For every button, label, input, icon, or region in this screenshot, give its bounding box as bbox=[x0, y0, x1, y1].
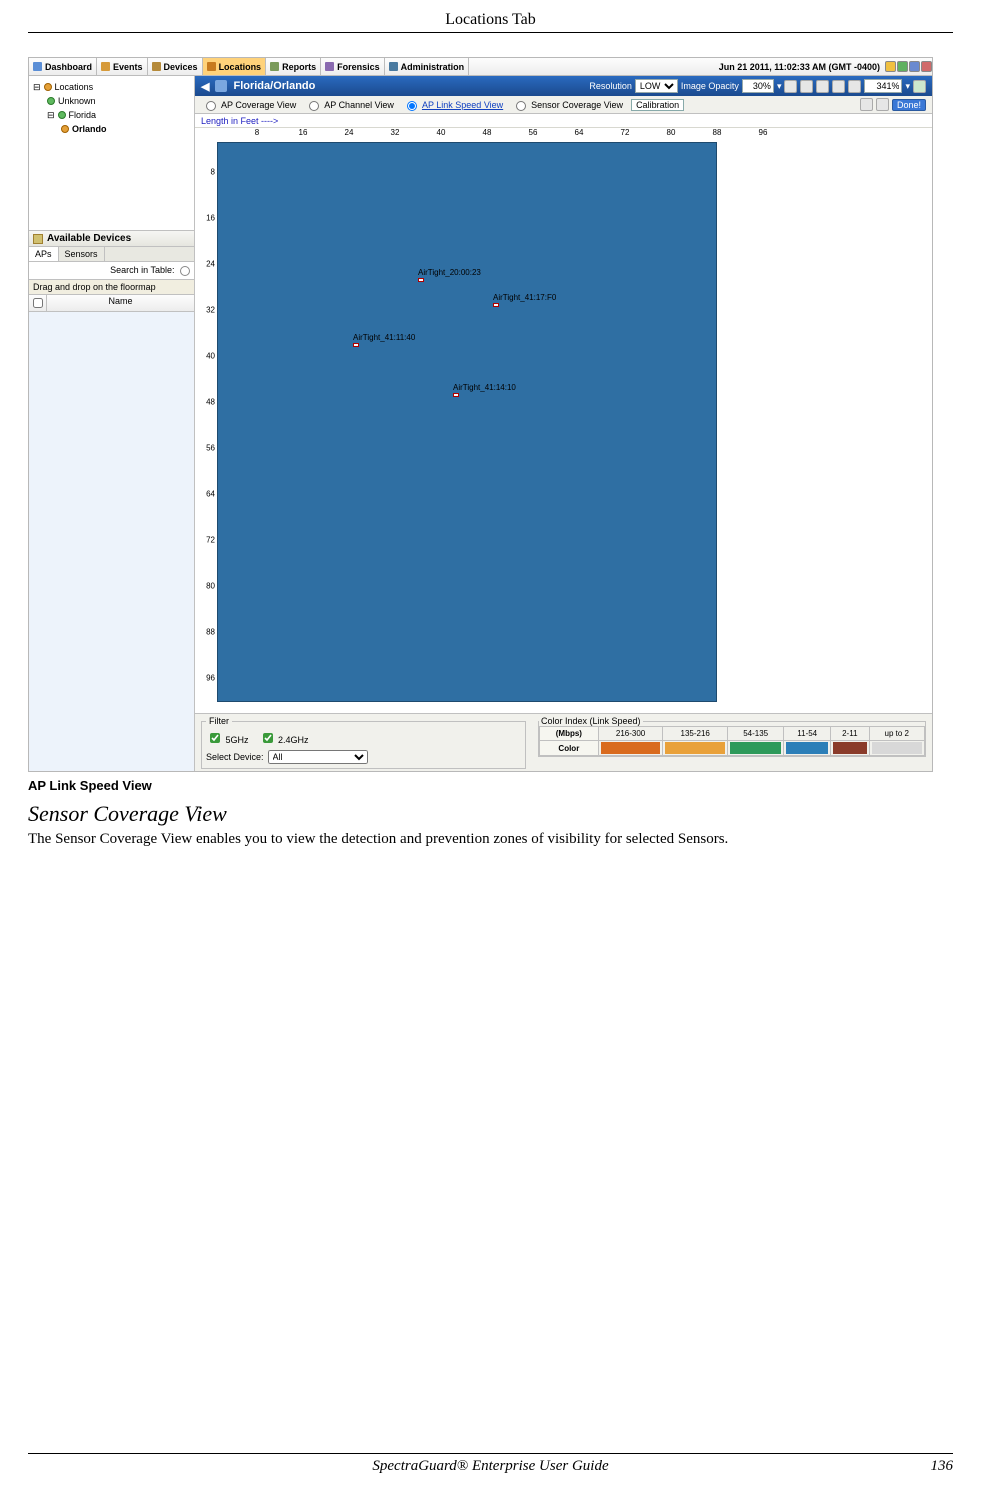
calibration-button[interactable]: Calibration bbox=[631, 99, 684, 111]
swatch bbox=[869, 741, 924, 756]
page-header-title: Locations Tab bbox=[28, 5, 953, 32]
vm-sensor-coverage[interactable]: Sensor Coverage View bbox=[511, 98, 623, 111]
color-index-table: (Mbps) 216-300 135-216 54-135 11-54 2-11… bbox=[539, 726, 925, 756]
search-icon[interactable] bbox=[180, 266, 190, 276]
tab-reports[interactable]: Reports bbox=[266, 58, 321, 75]
chk-24ghz[interactable]: 2.4GHz bbox=[259, 730, 309, 746]
breadcrumb-path: Florida/Orlando bbox=[233, 80, 315, 92]
drag-hint: Drag and drop on the floormap bbox=[29, 280, 194, 295]
opacity-input[interactable] bbox=[742, 79, 774, 93]
ap-marker[interactable]: AirTight_20:00:23 bbox=[418, 268, 481, 282]
resolution-label: Resolution bbox=[589, 81, 632, 91]
device-card-icon bbox=[33, 234, 43, 244]
collapse-icon[interactable]: ◀ bbox=[201, 80, 209, 93]
swatch bbox=[831, 741, 869, 756]
location-tree[interactable]: ⊟Locations Unknown ⊟Florida Orlando bbox=[29, 76, 194, 231]
tree-node-florida[interactable]: ⊟Florida bbox=[33, 108, 190, 122]
resolution-select[interactable]: LOW bbox=[635, 79, 678, 93]
name-column-header[interactable]: Name bbox=[47, 295, 194, 311]
select-all-checkbox[interactable] bbox=[33, 298, 43, 308]
map-zone: 8 16 24 32 40 48 56 64 72 80 88 96 bbox=[195, 128, 932, 713]
vm-ap-channel[interactable]: AP Channel View bbox=[304, 98, 394, 111]
main-nav: Dashboard Events Devices Locations Repor… bbox=[29, 58, 932, 76]
search-row: Search in Table: bbox=[29, 262, 194, 280]
breadcrumb-bar: ◀ Florida/Orlando Resolution LOW Image O… bbox=[195, 76, 932, 96]
location-icon bbox=[215, 80, 227, 92]
select-device-label: Select Device: bbox=[206, 752, 264, 762]
swatch bbox=[784, 741, 831, 756]
vertical-ruler: 8 16 24 32 40 48 56 64 72 80 88 96 bbox=[195, 128, 217, 713]
app-screenshot: Dashboard Events Devices Locations Repor… bbox=[28, 57, 933, 772]
footer-page-number: 136 bbox=[893, 1458, 953, 1475]
filter-fieldset: Filter 5GHz 2.4GHz Select Device: All bbox=[201, 716, 526, 769]
ci-mbps-label: (Mbps) bbox=[540, 727, 599, 741]
close-icon[interactable] bbox=[921, 61, 932, 72]
device-list-empty bbox=[29, 312, 194, 771]
help-icon[interactable] bbox=[897, 61, 908, 72]
opacity-label: Image Opacity bbox=[681, 81, 739, 91]
tab-dashboard[interactable]: Dashboard bbox=[29, 58, 97, 75]
export-icon[interactable] bbox=[860, 98, 873, 111]
subtab-aps[interactable]: APs bbox=[29, 247, 59, 261]
refresh-icon[interactable] bbox=[885, 61, 896, 72]
zoom-in-icon[interactable] bbox=[832, 80, 845, 93]
done-button[interactable]: Done! bbox=[892, 99, 926, 111]
color-index-fieldset: Color Index (Link Speed) (Mbps) 216-300 … bbox=[538, 716, 926, 757]
tree-node-unknown[interactable]: Unknown bbox=[33, 94, 190, 108]
footer-title: SpectraGuard® Enterprise User Guide bbox=[88, 1458, 893, 1475]
ap-marker[interactable]: AirTight_41:11:40 bbox=[353, 333, 415, 347]
left-panel: ⊟Locations Unknown ⊟Florida Orlando Avai… bbox=[29, 76, 195, 771]
main-panel: ◀ Florida/Orlando Resolution LOW Image O… bbox=[195, 76, 932, 771]
tab-administration[interactable]: Administration bbox=[385, 58, 470, 75]
device-table-header: Name bbox=[29, 295, 194, 312]
zoom-input[interactable] bbox=[864, 79, 902, 93]
section-heading: Sensor Coverage View bbox=[28, 801, 953, 827]
header-rule bbox=[28, 32, 953, 33]
zoom-fit-icon[interactable] bbox=[913, 80, 926, 93]
swatch bbox=[598, 741, 663, 756]
ap-marker[interactable]: AirTight_41:14:10 bbox=[453, 383, 516, 397]
vm-ap-coverage[interactable]: AP Coverage View bbox=[201, 98, 296, 111]
tab-locations[interactable]: Locations bbox=[203, 58, 267, 75]
section-body: The Sensor Coverage View enables you to … bbox=[28, 829, 953, 849]
pencil-icon[interactable] bbox=[784, 80, 797, 93]
select-device[interactable]: All bbox=[268, 750, 368, 764]
tree-root[interactable]: ⊟Locations bbox=[33, 80, 190, 94]
swatch bbox=[663, 741, 728, 756]
ap-marker[interactable]: AirTight_41:17:F0 bbox=[493, 293, 556, 307]
zoom-out-icon[interactable] bbox=[848, 80, 861, 93]
bottom-controls: Filter 5GHz 2.4GHz Select Device: All bbox=[195, 713, 932, 771]
grid-icon[interactable] bbox=[909, 61, 920, 72]
figure-caption: AP Link Speed View bbox=[28, 778, 953, 793]
chk-5ghz[interactable]: 5GHz bbox=[206, 730, 249, 746]
viewmode-bar: AP Coverage View AP Channel View AP Link… bbox=[195, 96, 932, 114]
horizontal-ruler: 8 16 24 32 40 48 56 64 72 80 88 96 bbox=[217, 128, 932, 142]
tab-events[interactable]: Events bbox=[97, 58, 148, 75]
image-icon[interactable] bbox=[876, 98, 889, 111]
subtab-sensors[interactable]: Sensors bbox=[59, 247, 105, 261]
color-index-legend: Color Index (Link Speed) bbox=[539, 716, 643, 726]
tab-devices[interactable]: Devices bbox=[148, 58, 203, 75]
page-footer: SpectraGuard® Enterprise User Guide 136 bbox=[28, 1453, 953, 1493]
timestamp: Jun 21 2011, 11:02:33 AM (GMT -0400) bbox=[715, 62, 884, 72]
available-devices-header: Available Devices bbox=[29, 231, 194, 247]
floorplan[interactable]: AirTight_20:00:23 AirTight_41:17:F0 AirT… bbox=[217, 142, 717, 702]
filter-legend: Filter bbox=[206, 716, 232, 726]
length-label: Length in Feet ----> bbox=[195, 114, 932, 128]
printer-icon[interactable] bbox=[816, 80, 829, 93]
vm-ap-link-speed[interactable]: AP Link Speed View bbox=[402, 98, 503, 111]
device-subtabs: APs Sensors bbox=[29, 247, 194, 262]
lock-icon[interactable] bbox=[800, 80, 813, 93]
tab-forensics[interactable]: Forensics bbox=[321, 58, 385, 75]
tree-node-orlando[interactable]: Orlando bbox=[33, 122, 190, 136]
footer-rule bbox=[28, 1453, 953, 1454]
swatch bbox=[728, 741, 784, 756]
ci-color-label: Color bbox=[540, 741, 599, 756]
